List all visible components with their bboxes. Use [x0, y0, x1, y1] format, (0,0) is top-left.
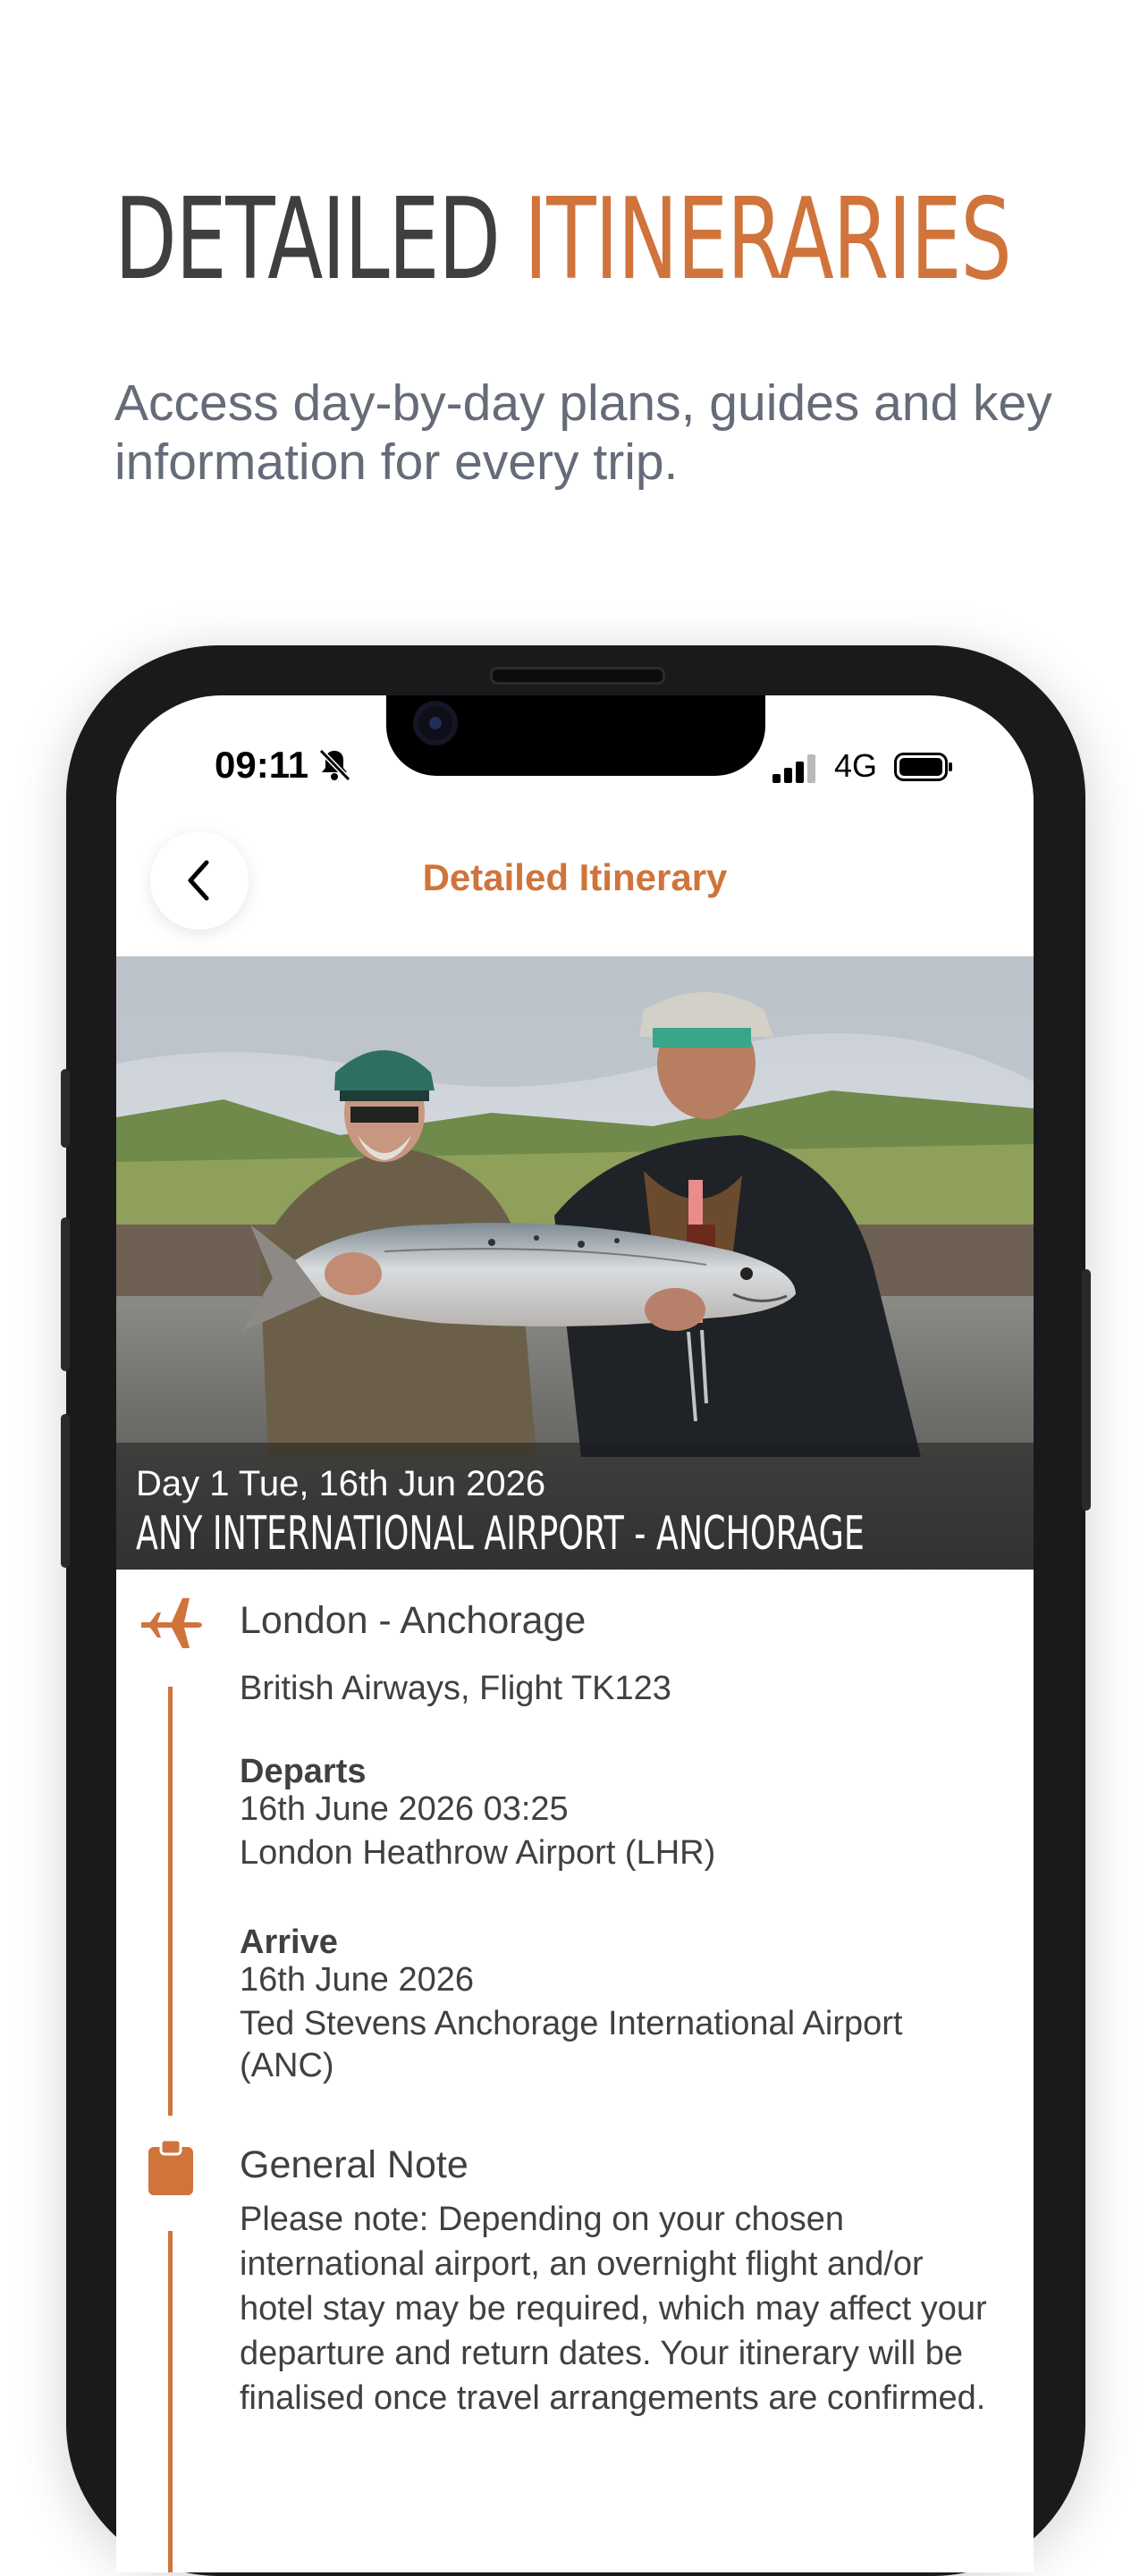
status-network: 4G [834, 747, 878, 784]
arrive-date: 16th June 2026 [240, 1961, 475, 1999]
phone-action-button [61, 1069, 70, 1148]
flight-carrier: British Airways, Flight TK123 [240, 1670, 671, 1707]
departs-airport: London Heathrow Airport (LHR) [240, 1834, 716, 1872]
hero-image: Day 1 Tue, 16th Jun 2026 ANY INTERNATION… [116, 956, 1034, 1570]
note-body: Please note: Depending on your chosen in… [240, 2201, 987, 2417]
arrive-label: Arrive [240, 1924, 338, 1961]
departs-label: Departs [240, 1753, 367, 1790]
arrive-airport-line2: (ANC) [240, 2047, 334, 2084]
phone-volume-up-button [61, 1217, 70, 1371]
marketing-headline: DETAILED ITINERARIES [114, 183, 1012, 296]
arrive-airport-line1: Ted Stevens Anchorage International Airp… [240, 2005, 903, 2042]
signal-icon [772, 754, 815, 783]
bell-slash-icon [318, 748, 351, 782]
note-title: General Note [240, 2143, 468, 2186]
hero-route: ANY INTERNATIONAL AIRPORT - ANCHORAGE [136, 1507, 865, 1561]
departs-datetime: 16th June 2026 03:25 [240, 1790, 569, 1828]
timeline-line [168, 1687, 173, 2116]
status-time: 09:11 [215, 744, 309, 786]
phone-screen: 09:11 4G Detailed Itinerary Day 1 Tue, 1… [116, 695, 1034, 2572]
marketing-subheadline: Access day-by-day plans, guides and key … [114, 375, 1052, 491]
headline-word-itineraries: ITINERARIES [523, 173, 1012, 305]
page-title: Detailed Itinerary [422, 856, 728, 898]
headline-word-detailed: DETAILED [114, 173, 501, 305]
front-camera [413, 701, 458, 745]
hero-caption: Day 1 Tue, 16th Jun 2026 ANY INTERNATION… [116, 1443, 1034, 1570]
phone-speaker [490, 667, 665, 685]
clipboard-icon [148, 2140, 193, 2195]
battery-icon [894, 753, 952, 781]
timeline-line-note [168, 2231, 173, 2572]
flight-title: London - Anchorage [240, 1599, 587, 1642]
phone-power-button [1082, 1269, 1091, 1511]
airplane-icon [141, 1598, 202, 1648]
hero-day: Day 1 Tue, 16th Jun 2026 [136, 1464, 546, 1503]
phone-volume-down-button [61, 1414, 70, 1568]
